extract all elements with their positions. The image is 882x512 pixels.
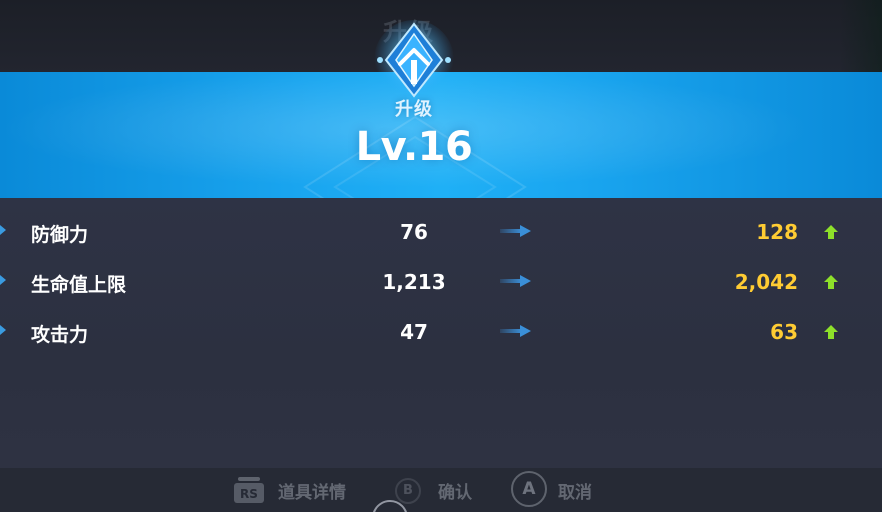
- rs-button-icon: RS: [234, 477, 264, 503]
- up-arrow-icon: [824, 325, 838, 339]
- cancel-hint[interactable]: 取消: [558, 478, 592, 503]
- banner-subtitle: 升级: [395, 99, 433, 120]
- stat-new-value: 128: [756, 220, 798, 244]
- row-bullet-icon: [0, 325, 6, 335]
- stat-row-max-hp: 生命值上限 1,213 2,042: [0, 258, 882, 308]
- button-hint-bar: RS 道具详情 B 确认 A 取消: [0, 468, 882, 512]
- stat-row-defense: 防御力 76 128: [0, 208, 882, 258]
- row-bullet-icon: [0, 225, 6, 235]
- stat-row-attack: 攻击力 47 63: [0, 308, 882, 358]
- a-button-icon: A: [511, 471, 547, 507]
- ascension-emblem-icon: [374, 20, 454, 100]
- right-arrow-icon: [500, 275, 531, 287]
- item-details-hint[interactable]: 道具详情: [278, 478, 346, 503]
- row-bullet-icon: [0, 275, 6, 285]
- stat-new-value: 2,042: [734, 270, 798, 294]
- level-text: Lv.16: [355, 124, 473, 170]
- stat-old-value: 1,213: [382, 270, 446, 294]
- stat-name: 生命值上限: [31, 274, 127, 296]
- rs-button-label: RS: [240, 487, 258, 501]
- stat-name: 防御力: [31, 224, 89, 246]
- stat-new-value: 63: [770, 320, 798, 344]
- stat-old-value: 47: [400, 320, 428, 344]
- up-arrow-icon: [824, 225, 838, 239]
- b-button-icon: B: [395, 478, 421, 504]
- up-arrow-icon: [824, 275, 838, 289]
- confirm-hint[interactable]: 确认: [438, 478, 472, 503]
- right-arrow-icon: [500, 325, 531, 337]
- stat-old-value: 76: [400, 220, 428, 244]
- right-arrow-icon: [500, 225, 531, 237]
- stat-name: 攻击力: [31, 324, 89, 346]
- stats-panel: 防御力 76 128 生命值上限 1,213 2,042 攻击力 47 63: [0, 198, 882, 468]
